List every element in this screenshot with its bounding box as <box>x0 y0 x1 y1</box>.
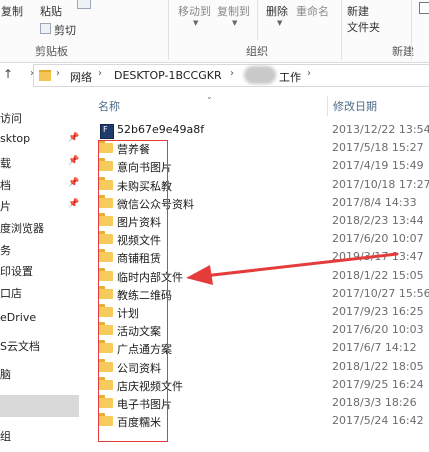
annotation-arrow <box>186 252 399 285</box>
